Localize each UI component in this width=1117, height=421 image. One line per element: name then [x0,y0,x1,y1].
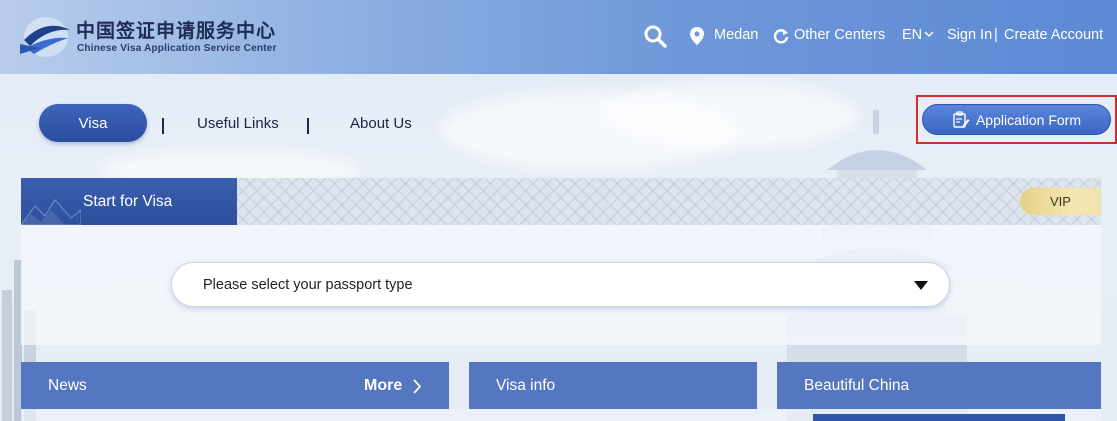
application-form-button[interactable]: Application Form [922,104,1111,135]
nav-separator [307,118,309,134]
refresh-icon [773,29,789,44]
site-logo[interactable]: 中国签证申请服务中心 Chinese Visa Application Serv… [20,14,280,60]
tab-visa[interactable]: Visa [39,104,147,142]
create-account-link[interactable]: Create Account [1004,27,1103,43]
top-header-bar: 中国签证申请服务中心 Chinese Visa Application Serv… [0,0,1117,74]
visa-info-title: Visa info [496,376,556,394]
passport-type-placeholder: Please select your passport type [203,276,413,293]
beautiful-china-section-header: Beautiful China [777,362,1101,409]
tab-start-for-visa[interactable]: Start for Visa [21,178,237,225]
chevron-right-icon[interactable] [412,379,422,394]
header-separator: | [994,27,998,43]
other-centers-link[interactable]: Other Centers [794,27,885,43]
news-more-link[interactable]: More [364,377,402,395]
logo-english-title: Chinese Visa Application Service Center [77,43,277,54]
chevron-down-icon[interactable] [924,29,934,39]
news-title: News [48,376,87,394]
language-selector[interactable]: EN [902,27,922,43]
beautiful-china-title: Beautiful China [804,376,910,394]
caret-down-icon[interactable] [914,281,928,290]
start-for-visa-label: Start for Visa [83,192,173,210]
tab-about-us[interactable]: About Us [350,115,412,132]
logo-emblem-icon [20,17,70,57]
form-edit-icon [953,110,970,128]
location-pin-icon [690,27,704,45]
mountain-pattern-icon [21,199,81,225]
visa-info-section-header: Visa info [469,362,757,409]
vip-button[interactable]: VIP [1020,188,1101,215]
search-icon[interactable] [643,24,667,48]
beautiful-china-image[interactable] [813,414,1065,421]
current-location-link[interactable]: Medan [714,27,758,43]
nav-separator [162,118,164,134]
sign-in-link[interactable]: Sign In [947,27,992,43]
logo-chinese-title: 中国签证申请服务中心 [76,20,277,42]
application-form-label: Application Form [975,111,1082,128]
passport-type-select[interactable]: Please select your passport type [171,262,950,307]
tab-useful-links[interactable]: Useful Links [197,115,279,132]
